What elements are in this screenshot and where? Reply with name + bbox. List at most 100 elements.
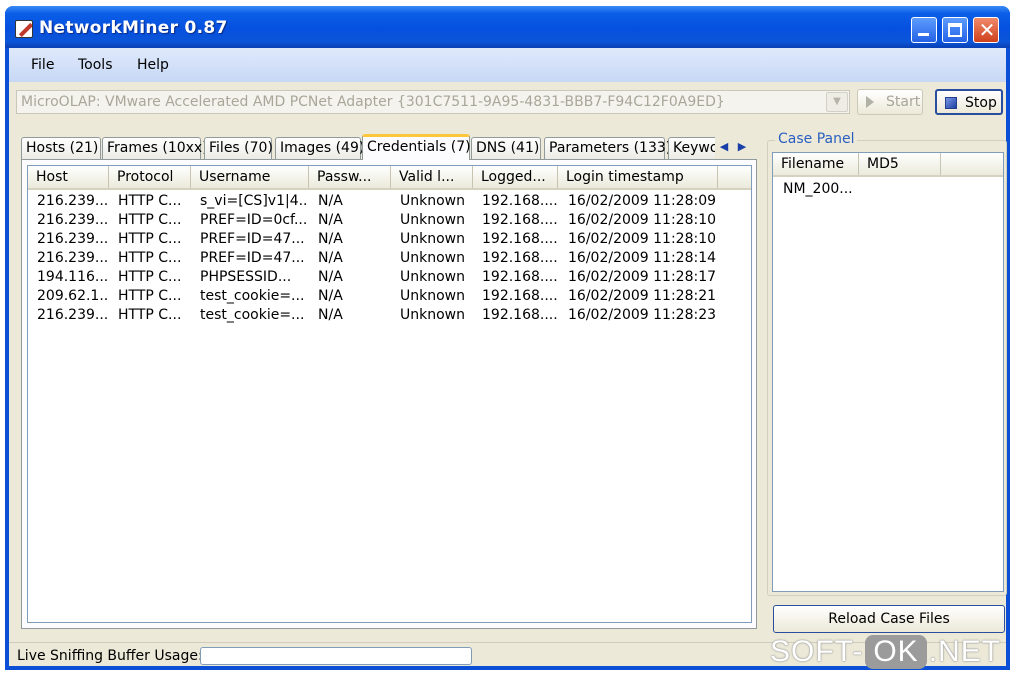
- cell-logged: 192.168....: [482, 193, 558, 209]
- chevron-down-icon[interactable]: ▼: [826, 92, 848, 112]
- tab-hosts[interactable]: Hosts (21): [21, 137, 101, 159]
- start-button[interactable]: Start: [857, 89, 923, 115]
- cell-valid: Unknown: [400, 250, 465, 266]
- cell-valid: Unknown: [400, 231, 465, 247]
- maximize-icon: [948, 23, 962, 37]
- buffer-usage-label: Live Sniffing Buffer Usage:: [17, 648, 203, 664]
- tab-frames[interactable]: Frames (10xx): [102, 137, 208, 159]
- credentials-list[interactable]: Host Protocol Username Passw... Valid l.…: [27, 165, 752, 623]
- cell-protocol: HTTP C...: [118, 193, 182, 209]
- cell-timestamp: 16/02/2009 11:28:10: [568, 212, 717, 228]
- table-row[interactable]: 216.239.... HTTP C... PREF=ID=0cf... N/A…: [28, 211, 751, 230]
- cell-password: N/A: [318, 288, 343, 304]
- table-row[interactable]: 216.239.... HTTP C... s_vi=[CS]v1|4... N…: [28, 192, 751, 211]
- cell-username: s_vi=[CS]v1|4...: [200, 193, 309, 209]
- menu-tools[interactable]: Tools: [78, 57, 113, 73]
- table-row[interactable]: 209.62.1... HTTP C... test_cookie=... N/…: [28, 287, 751, 306]
- stop-label: Stop: [965, 95, 997, 111]
- minimize-icon: [918, 33, 929, 36]
- tab-scroll-right-icon[interactable]: ▶: [733, 138, 751, 156]
- maximize-button[interactable]: [942, 17, 968, 43]
- app-window: NetworkMiner 0.87 ✕ File Tools Help Micr…: [5, 6, 1010, 670]
- stop-icon: [945, 97, 957, 109]
- case-files-list[interactable]: Filename MD5 NM_200...: [772, 152, 1004, 592]
- tab-scroll-left-icon[interactable]: ◀: [715, 138, 733, 156]
- minimize-button[interactable]: [911, 17, 937, 43]
- cell-host: 209.62.1...: [37, 288, 109, 304]
- start-label: Start: [886, 94, 921, 110]
- play-icon: [866, 96, 874, 108]
- menu-help[interactable]: Help: [137, 57, 169, 73]
- buffer-usage-progress: [200, 647, 472, 665]
- cell-username: test_cookie=...: [200, 288, 305, 304]
- cell-protocol: HTTP C...: [118, 269, 182, 285]
- client-area: File Tools Help MicroOLAP: VMware Accele…: [9, 48, 1007, 666]
- cell-valid: Unknown: [400, 212, 465, 228]
- watermark-left: SOFT-: [770, 635, 864, 669]
- cell-password: N/A: [318, 212, 343, 228]
- cell-password: N/A: [318, 269, 343, 285]
- watermark-middle: OK: [865, 635, 927, 670]
- cell-password: N/A: [318, 307, 343, 323]
- menu-file[interactable]: File: [31, 57, 54, 73]
- adapter-select[interactable]: MicroOLAP: VMware Accelerated AMD PCNet …: [16, 90, 850, 114]
- title-bar[interactable]: NetworkMiner 0.87 ✕: [5, 6, 1010, 48]
- col-filename[interactable]: Filename: [773, 153, 859, 175]
- cell-valid: Unknown: [400, 269, 465, 285]
- case-panel-title: Case Panel: [775, 131, 858, 147]
- tab-parameters[interactable]: Parameters (133): [544, 137, 671, 159]
- cell-logged: 192.168....: [482, 212, 558, 228]
- tab-files[interactable]: Files (70): [204, 137, 273, 159]
- col-host[interactable]: Host: [28, 166, 109, 188]
- cell-valid: Unknown: [400, 288, 465, 304]
- cell-timestamp: 16/02/2009 11:28:09: [568, 193, 717, 209]
- cell-username: PREF=ID=47...: [200, 231, 305, 247]
- credentials-rows: 216.239.... HTTP C... s_vi=[CS]v1|4... N…: [28, 192, 751, 325]
- col-valid-login[interactable]: Valid l...: [391, 166, 473, 188]
- table-row[interactable]: 216.239.... HTTP C... test_cookie=... N/…: [28, 306, 751, 325]
- cell-host: 216.239....: [37, 307, 109, 323]
- cell-username: PREF=ID=0cf...: [200, 212, 308, 228]
- col-username[interactable]: Username: [191, 166, 309, 188]
- case-files-header: Filename MD5: [773, 153, 1003, 177]
- cell-valid: Unknown: [400, 193, 465, 209]
- cell-username: test_cookie=...: [200, 307, 305, 323]
- col-password[interactable]: Passw...: [309, 166, 391, 188]
- watermark-right: .NET: [928, 635, 1002, 669]
- cell-logged: 192.168....: [482, 250, 558, 266]
- window-title: NetworkMiner 0.87: [39, 18, 228, 38]
- credentials-panel: Host Protocol Username Passw... Valid l.…: [21, 159, 757, 629]
- table-row[interactable]: 216.239.... HTTP C... PREF=ID=47... N/A …: [28, 230, 751, 249]
- cell-username: PREF=ID=47...: [200, 250, 305, 266]
- tab-keywords[interactable]: Keywo: [668, 137, 715, 159]
- tab-credentials[interactable]: Credentials (7): [362, 134, 471, 160]
- cell-timestamp: 16/02/2009 11:28:17: [568, 269, 717, 285]
- col-logged[interactable]: Logged...: [473, 166, 558, 188]
- close-button[interactable]: ✕: [973, 17, 999, 43]
- col-protocol[interactable]: Protocol: [109, 166, 191, 188]
- cell-logged: 192.168....: [482, 288, 558, 304]
- cell-password: N/A: [318, 231, 343, 247]
- tab-scroll: ◀ ▶: [715, 138, 753, 156]
- cell-protocol: HTTP C...: [118, 212, 182, 228]
- col-login-timestamp[interactable]: Login timestamp: [558, 166, 718, 188]
- reload-case-files-button[interactable]: Reload Case Files: [773, 605, 1005, 633]
- cell-timestamp: 16/02/2009 11:28:21: [568, 288, 717, 304]
- tab-strip: Hosts (21) Frames (10xx) Files (70) Imag…: [21, 134, 715, 160]
- stop-button[interactable]: Stop: [935, 89, 1003, 115]
- cell-timestamp: 16/02/2009 11:28:23: [568, 307, 717, 323]
- cell-password: N/A: [318, 193, 343, 209]
- tab-images[interactable]: Images (49): [275, 137, 364, 159]
- table-row[interactable]: 194.116.... HTTP C... PHPSESSID... N/A U…: [28, 268, 751, 287]
- watermark: SOFT- OK .NET: [770, 634, 1001, 670]
- cell-host: 216.239....: [37, 212, 109, 228]
- close-icon: ✕: [978, 18, 996, 42]
- cell-protocol: HTTP C...: [118, 288, 182, 304]
- list-item[interactable]: NM_200...: [773, 180, 853, 199]
- table-row[interactable]: 216.239.... HTTP C... PREF=ID=47... N/A …: [28, 249, 751, 268]
- col-md5[interactable]: MD5: [859, 153, 941, 175]
- cell-logged: 192.168....: [482, 307, 558, 323]
- cell-timestamp: 16/02/2009 11:28:14: [568, 250, 717, 266]
- tab-dns[interactable]: DNS (41): [471, 137, 541, 159]
- cell-host: 216.239....: [37, 250, 109, 266]
